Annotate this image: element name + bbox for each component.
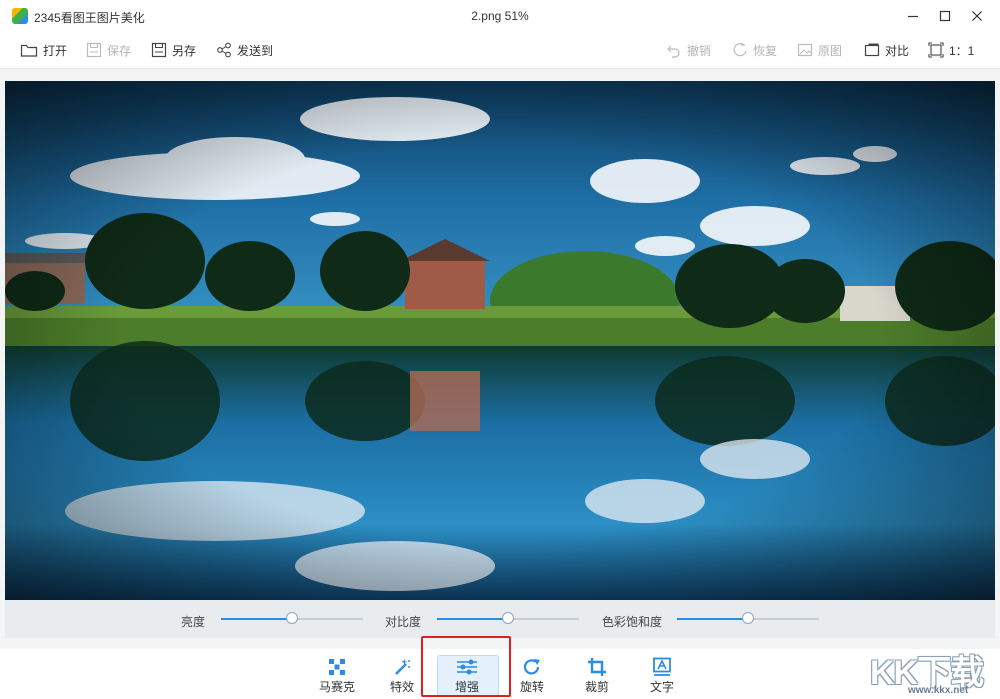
mosaic-tool-button[interactable]: 马赛克 <box>307 653 367 697</box>
folder-icon <box>20 44 38 57</box>
original-label: 原图 <box>818 43 843 58</box>
save-icon <box>86 42 102 58</box>
fit-button[interactable]: 1：1 <box>928 38 974 62</box>
saturation-slider-handle[interactable] <box>742 612 754 624</box>
compare-label: 对比 <box>885 43 910 58</box>
saturation-label: 色彩饱和度 <box>602 615 663 629</box>
maximize-icon <box>939 10 951 22</box>
toolbar: 打开 保存 另存 发送到 撤销 恢复 原图 对比 1：1 <box>0 32 1000 69</box>
effects-label: 特效 <box>389 680 414 694</box>
text-tool-button[interactable]: 文字 <box>632 653 692 697</box>
mosaic-icon <box>329 659 345 675</box>
photo-preview <box>5 81 995 600</box>
crop-icon <box>588 658 606 676</box>
adjust-bar: 亮度 对比度 色彩饱和度 <box>5 600 995 638</box>
brightness-slider[interactable] <box>221 612 363 624</box>
fit-icon <box>928 42 944 58</box>
save-button[interactable]: 保存 <box>86 38 131 62</box>
mosaic-label: 马赛克 <box>318 680 355 694</box>
crop-label: 裁剪 <box>584 680 609 694</box>
document-title: 2.png 51% <box>471 9 529 23</box>
original-button[interactable]: 原图 <box>797 38 842 62</box>
lake-landscape-image <box>5 81 995 600</box>
share-icon <box>217 42 231 58</box>
redo-label: 恢复 <box>753 43 778 58</box>
saturation-slider[interactable] <box>677 612 819 624</box>
save-as-label: 另存 <box>172 43 197 58</box>
save-as-button[interactable]: 另存 <box>151 38 196 62</box>
watermark: KK下载 www.kkx.net <box>870 645 995 697</box>
magic-wand-icon <box>395 659 410 675</box>
annotation-highlight-box <box>421 636 511 697</box>
minimize-button[interactable] <box>898 4 928 28</box>
title-bar: 2345看图王图片美化 2.png 51% <box>0 0 1000 32</box>
image-icon <box>797 43 813 57</box>
text-icon <box>653 657 671 676</box>
compare-icon <box>864 43 880 57</box>
crop-tool-button[interactable]: 裁剪 <box>567 653 627 697</box>
canvas-area: 亮度 对比度 色彩饱和度 <box>0 69 1000 649</box>
redo-button[interactable]: 恢复 <box>732 38 777 62</box>
undo-icon <box>667 45 680 58</box>
open-label: 打开 <box>43 43 68 58</box>
text-label: 文字 <box>649 680 674 694</box>
contrast-label: 对比度 <box>385 615 422 629</box>
minimize-icon <box>908 15 918 18</box>
redo-icon <box>733 43 747 57</box>
compare-button[interactable]: 对比 <box>864 38 909 62</box>
send-to-button[interactable]: 发送到 <box>216 38 273 62</box>
save-as-icon <box>151 42 167 58</box>
contrast-slider[interactable] <box>437 612 579 624</box>
maximize-button[interactable] <box>930 4 960 28</box>
ratio-label: 1：1 <box>949 43 975 58</box>
open-button[interactable]: 打开 <box>20 38 67 62</box>
brightness-slider-handle[interactable] <box>286 612 298 624</box>
save-label: 保存 <box>107 43 132 58</box>
rotate-label: 旋转 <box>519 680 544 694</box>
contrast-slider-handle[interactable] <box>502 612 514 624</box>
undo-label: 撤销 <box>687 43 712 58</box>
send-to-label: 发送到 <box>237 43 274 58</box>
brightness-label: 亮度 <box>181 615 206 629</box>
rotate-tool-button[interactable]: 旋转 <box>502 653 562 697</box>
watermark-url: www.kkx.net <box>908 685 969 696</box>
rotate-icon <box>523 659 540 675</box>
close-icon <box>972 11 982 21</box>
close-button[interactable] <box>962 4 992 28</box>
undo-button[interactable]: 撤销 <box>666 38 711 62</box>
